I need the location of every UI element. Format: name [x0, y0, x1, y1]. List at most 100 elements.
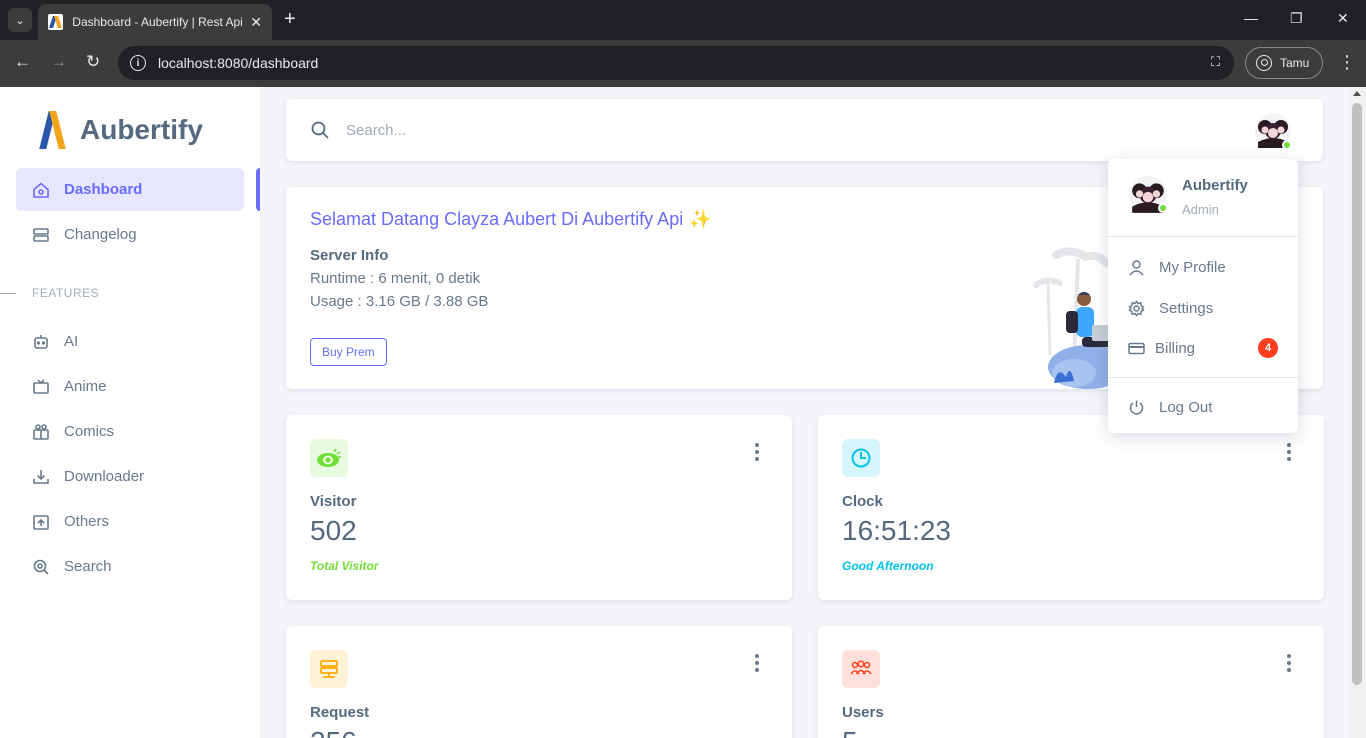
scroll-up-arrow-icon[interactable] [1353, 91, 1361, 96]
stat-value: 16:51:23 [842, 515, 951, 546]
sidebar-item-comics[interactable]: Comics [16, 410, 244, 453]
search-icon [32, 558, 50, 576]
tab-title: Dashboard - Aubertify | Rest Api [72, 15, 243, 29]
sidebar-item-anime[interactable]: Anime [16, 365, 244, 408]
billing-badge: 4 [1258, 338, 1278, 358]
credit-card-icon [1128, 340, 1145, 357]
clock-card: Clock 16:51:23 Good Afternoon [818, 415, 1324, 600]
gear-icon [1128, 299, 1145, 317]
stat-label: Visitor [310, 493, 357, 510]
usage-text: Usage : 3.16 GB / 3.88 GB [310, 293, 489, 310]
request-card: Request 256 [286, 626, 792, 738]
my-profile-menu-item[interactable]: My Profile [1128, 254, 1280, 280]
browser-profile-button[interactable]: Tamu [1245, 47, 1323, 79]
online-status-dot [1158, 203, 1168, 213]
scroll-thumb[interactable] [1352, 103, 1362, 685]
stat-label: Users [842, 704, 884, 721]
favicon-icon [48, 14, 64, 30]
settings-menu-item[interactable]: Settings [1128, 295, 1280, 321]
server-info-label: Server Info [310, 247, 389, 264]
sidebar-item-dashboard[interactable]: Dashboard [16, 168, 244, 211]
menu-item-label: My Profile [1159, 258, 1226, 276]
profile-label: Tamu [1280, 56, 1310, 70]
top-navbar [286, 99, 1323, 161]
sidebar-item-label: Changelog [64, 226, 137, 243]
maximize-button[interactable]: ❐ [1290, 10, 1303, 27]
stat-label: Clock [842, 493, 883, 510]
search-icon [310, 120, 330, 140]
billing-menu-item[interactable]: Billing 4 [1128, 335, 1278, 361]
brand[interactable]: Aubertify [38, 109, 203, 151]
tab-search-button[interactable]: ⌄ [8, 8, 32, 32]
request-card-menu-icon[interactable] [752, 654, 762, 672]
reload-button[interactable]: ↻ [86, 52, 100, 72]
browser-tab[interactable]: Dashboard - Aubertify | Rest Api ✕ [38, 4, 272, 40]
browser-menu-icon[interactable]: ⋮ [1338, 52, 1356, 72]
back-button[interactable]: ← [14, 52, 31, 72]
server-icon [32, 226, 50, 244]
user-icon [1128, 259, 1145, 276]
dropdown-user-role: Admin [1182, 202, 1219, 217]
sidebar-item-others[interactable]: Others [16, 500, 244, 543]
stat-subtitle: Good Afternoon [842, 559, 934, 573]
runtime-text: Runtime : 6 menit, 0 detik [310, 270, 481, 287]
browser-tabbar: ⌄ Dashboard - Aubertify | Rest Api ✕ + —… [0, 0, 1366, 40]
stat-value: 502 [310, 515, 357, 546]
power-icon [1128, 399, 1145, 416]
stat-value: 5 [842, 726, 858, 738]
clock-icon [842, 439, 880, 477]
search-input[interactable] [346, 117, 946, 143]
server-stack-icon [310, 650, 348, 688]
stat-label: Request [310, 704, 370, 721]
buy-prem-button[interactable]: Buy Prem [310, 338, 387, 366]
minimize-button[interactable]: — [1244, 10, 1258, 26]
sidebar-item-label: Search [64, 558, 112, 575]
new-tab-button[interactable]: + [284, 9, 296, 29]
welcome-title: Selamat Datang Clayza Aubert Di Aubertif… [310, 209, 712, 230]
sidebar-item-label: AI [64, 333, 79, 350]
menu-item-label: Log Out [1159, 398, 1213, 416]
section-header-features: FEATURES [32, 286, 100, 300]
tv-icon [32, 378, 50, 396]
menu-item-label: Settings [1159, 299, 1214, 317]
address-bar[interactable]: i localhost:8080/dashboard ⛶ [118, 46, 1234, 80]
bot-icon [32, 333, 50, 351]
dropdown-divider [1108, 236, 1298, 237]
online-status-dot [1282, 140, 1292, 150]
user-dropdown-menu: Aubertify Admin My Profile Settings Bill… [1108, 159, 1298, 433]
visitor-card: Visitor 502 Total Visitor [286, 415, 792, 600]
box-icon [32, 513, 50, 531]
book-icon [32, 423, 50, 441]
browser-toolbar: ← → ↻ i localhost:8080/dashboard ⛶ Tamu … [0, 40, 1366, 87]
sidebar-item-changelog[interactable]: Changelog [16, 213, 244, 256]
home-icon [32, 181, 50, 199]
sidebar-item-search[interactable]: Search [16, 545, 244, 588]
users-icon [842, 650, 880, 688]
url-text[interactable]: localhost:8080/dashboard [158, 55, 318, 71]
eye-icon [310, 439, 348, 477]
clock-card-menu-icon[interactable] [1284, 443, 1294, 461]
section-divider [0, 293, 16, 294]
log-out-menu-item[interactable]: Log Out [1128, 394, 1280, 420]
translate-icon[interactable]: ⛶ [1211, 54, 1220, 70]
tab-close-icon[interactable]: ✕ [250, 14, 262, 31]
sidebar-item-downloader[interactable]: Downloader [16, 455, 244, 498]
sidebar-item-label: Dashboard [64, 181, 143, 198]
forward-button[interactable]: → [50, 52, 67, 72]
brand-logo-icon [38, 109, 68, 151]
page-scrollbar[interactable] [1349, 87, 1366, 738]
window-close-button[interactable]: ✕ [1337, 10, 1349, 27]
sparkle-icon: ✨ [689, 209, 712, 229]
site-info-icon[interactable]: i [130, 55, 146, 71]
sidebar-item-label: Anime [64, 378, 107, 395]
visitor-card-menu-icon[interactable] [752, 443, 762, 461]
active-indicator [256, 168, 260, 211]
brand-name: Aubertify [80, 114, 203, 145]
sidebar-item-ai[interactable]: AI [16, 320, 244, 363]
stat-subtitle: Total Visitor [310, 559, 379, 573]
welcome-title-text: Selamat Datang Clayza Aubert Di Aubertif… [310, 209, 684, 229]
dropdown-divider [1108, 377, 1298, 378]
users-card-menu-icon[interactable] [1284, 654, 1294, 672]
stat-value: 256 [310, 726, 357, 738]
sidebar: Aubertify Dashboard Changelog FEATURES A… [0, 87, 260, 738]
